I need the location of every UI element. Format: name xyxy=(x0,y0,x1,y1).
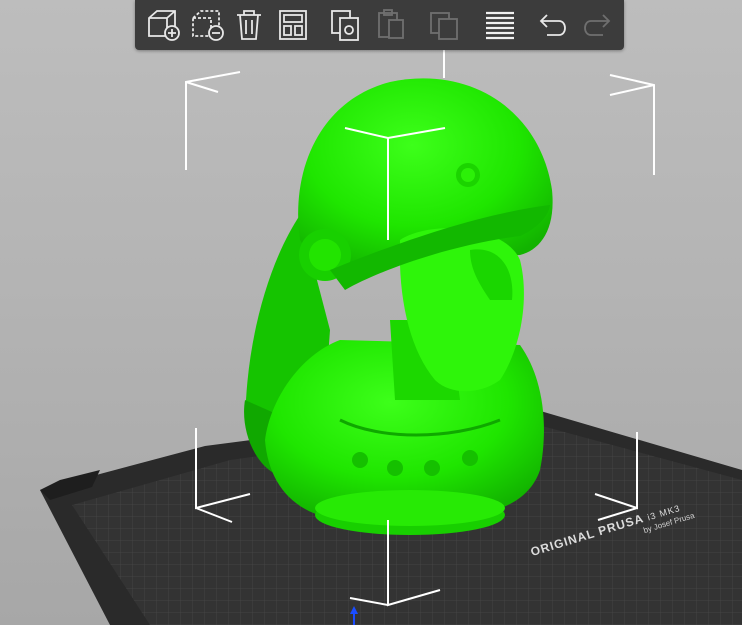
add-button[interactable] xyxy=(143,5,183,45)
paste-button[interactable] xyxy=(371,5,411,45)
paste-icon xyxy=(378,9,404,39)
layers-button[interactable] xyxy=(480,5,520,45)
delete-all-button[interactable] xyxy=(229,5,269,45)
arrange-icon xyxy=(279,10,307,40)
arrange-button[interactable] xyxy=(273,5,313,45)
delete-button[interactable] xyxy=(187,5,227,45)
copy-icon xyxy=(331,10,359,41)
undo-icon xyxy=(539,14,566,36)
remove-object-icon xyxy=(192,10,224,41)
redo-button[interactable] xyxy=(577,5,617,45)
layers-icon xyxy=(486,11,514,40)
instance-icon xyxy=(430,12,458,40)
add-object-icon xyxy=(148,10,180,41)
3d-model-bust[interactable] xyxy=(244,78,553,535)
3d-viewport[interactable] xyxy=(0,0,742,625)
top-toolbar xyxy=(135,0,624,50)
add-instance-button[interactable] xyxy=(425,5,465,45)
undo-button[interactable] xyxy=(533,5,573,45)
trash-icon xyxy=(237,10,261,40)
redo-icon xyxy=(584,14,611,36)
copy-button[interactable] xyxy=(325,5,365,45)
